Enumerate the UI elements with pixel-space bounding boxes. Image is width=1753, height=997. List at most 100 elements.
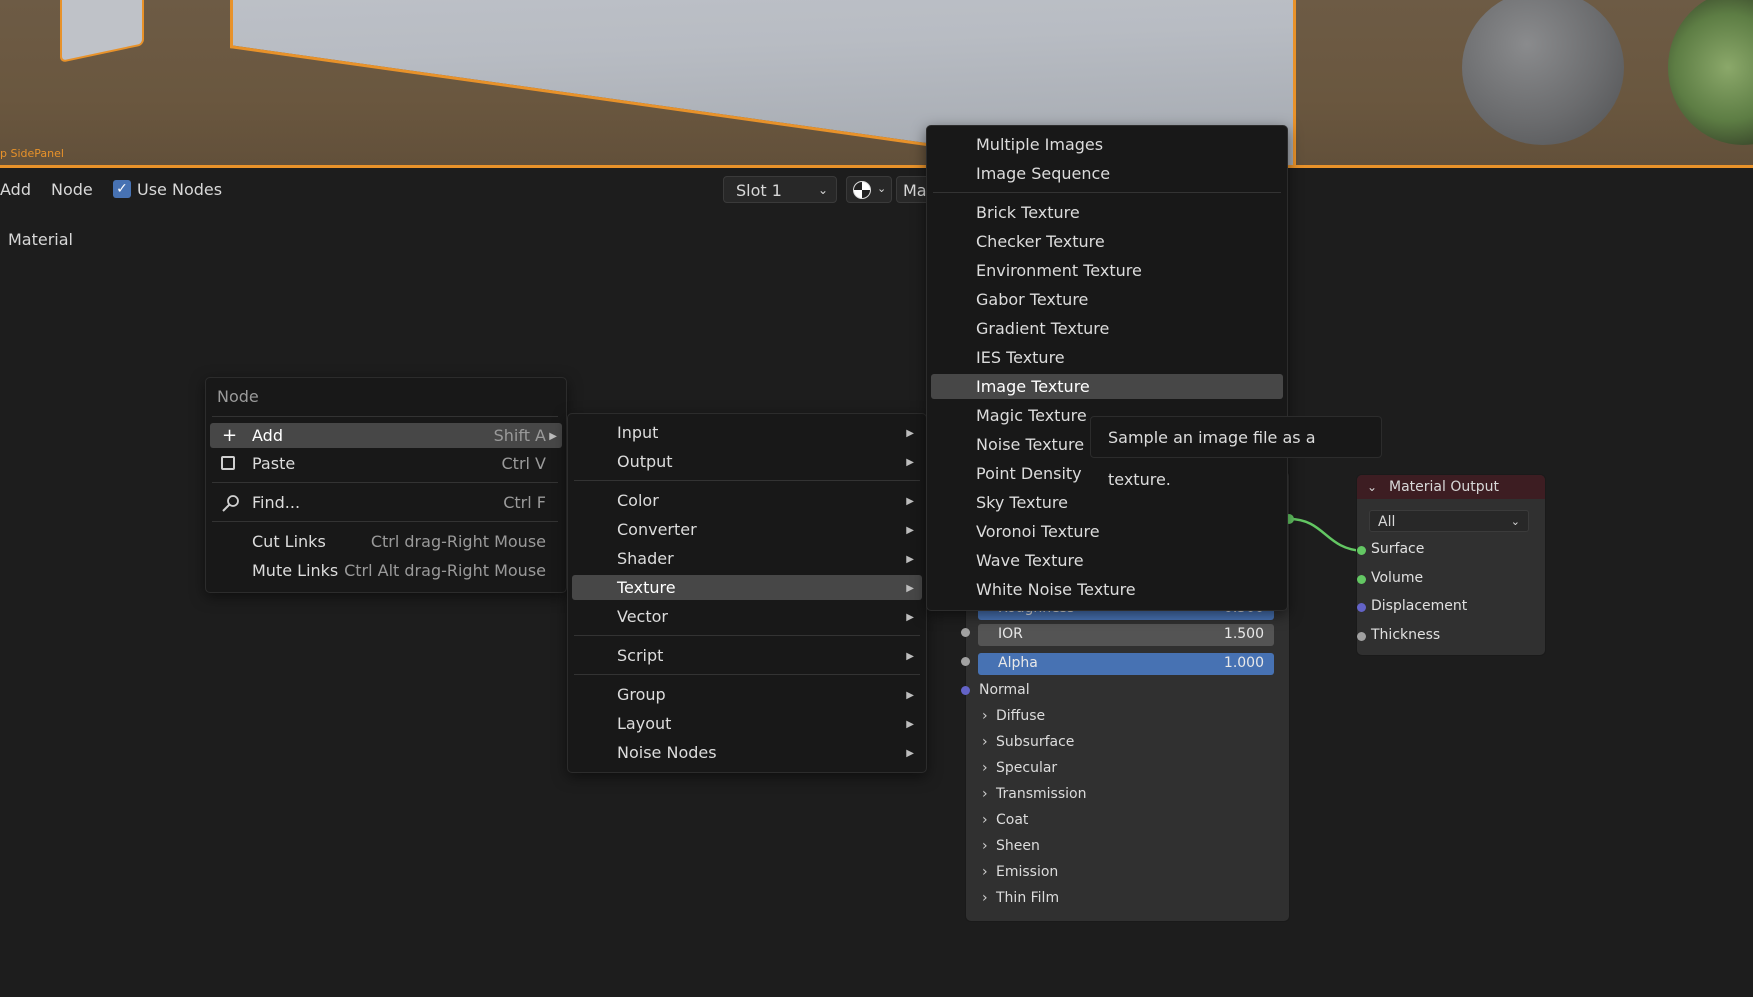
texture-item-multiple-images[interactable]: Multiple Images [931, 132, 1283, 157]
chevron-right-icon: › [982, 864, 988, 880]
displacement-socket[interactable] [1357, 603, 1366, 612]
texture-item-voronoi[interactable]: Voronoi Texture [931, 519, 1283, 544]
panel-sheen[interactable]: › Sheen [982, 838, 1040, 854]
menu-separator [574, 674, 920, 675]
panel-specular[interactable]: › Specular [982, 760, 1057, 776]
add-menu-color[interactable]: Color ▶ [572, 488, 922, 513]
submenu-arrow-icon: ▶ [906, 496, 914, 507]
submenu-arrow-icon: ▶ [906, 554, 914, 565]
menu-separator [574, 480, 920, 481]
normal-label: Normal [979, 682, 1030, 698]
chevron-right-icon: › [982, 734, 988, 750]
node-context-menu: Node + Add Shift A ▶ Paste Ctrl V Find..… [205, 377, 567, 593]
texture-item-brick[interactable]: Brick Texture [931, 200, 1283, 225]
chevron-right-icon: › [982, 760, 988, 776]
thickness-label: Thickness [1371, 627, 1441, 643]
chevron-down-icon: ⌄ [1510, 515, 1520, 528]
surface-label: Surface [1371, 541, 1425, 557]
ior-field[interactable]: IOR 1.500 [978, 624, 1274, 646]
menu-item-find[interactable]: Find... Ctrl F [210, 490, 562, 515]
menu-title: Node [217, 387, 259, 406]
texture-submenu: Multiple Images Image Sequence Brick Tex… [926, 125, 1288, 611]
header-node-menu[interactable]: Node [51, 180, 93, 199]
texture-item-gradient[interactable]: Gradient Texture [931, 316, 1283, 341]
submenu-arrow-icon: ▶ [906, 428, 914, 439]
use-nodes-label: Use Nodes [137, 180, 223, 199]
slot-value: Slot 1 [736, 181, 782, 200]
chevron-right-icon: › [982, 812, 988, 828]
menu-separator [933, 192, 1281, 193]
menu-separator [574, 635, 920, 636]
menu-item-cut-links[interactable]: Cut Links Ctrl drag-Right Mouse [210, 529, 562, 554]
submenu-arrow-icon: ▶ [906, 457, 914, 468]
chevron-right-icon: › [982, 786, 988, 802]
chevron-down-icon: ⌄ [817, 183, 828, 197]
add-menu-converter[interactable]: Converter ▶ [572, 517, 922, 542]
hdri-preview-sphere [1668, 0, 1753, 145]
slot-dropdown[interactable]: Slot 1 ⌄ [723, 176, 837, 203]
texture-item-image[interactable]: Image Texture [931, 374, 1283, 399]
panel-subsurface[interactable]: › Subsurface [982, 734, 1074, 750]
volume-socket[interactable] [1357, 575, 1366, 584]
ior-socket[interactable] [961, 628, 970, 637]
use-nodes-checkbox[interactable]: ✓ [113, 180, 131, 198]
submenu-arrow-icon: ▶ [906, 748, 914, 759]
texture-item-gabor[interactable]: Gabor Texture [931, 287, 1283, 312]
submenu-arrow-icon: ▶ [906, 525, 914, 536]
search-icon [222, 495, 239, 512]
panel-emission[interactable]: › Emission [982, 864, 1058, 880]
texture-item-wave[interactable]: Wave Texture [931, 548, 1283, 573]
volume-label: Volume [1371, 570, 1424, 586]
sidepanel-label: p SidePanel [0, 147, 64, 160]
normal-socket[interactable] [961, 686, 970, 695]
submenu-arrow-icon: ▶ [906, 690, 914, 701]
3d-viewport[interactable]: p SidePanel [0, 0, 1753, 165]
displacement-label: Displacement [1371, 598, 1468, 614]
header-add-menu[interactable]: Add [0, 180, 31, 199]
surface-socket[interactable] [1357, 546, 1366, 555]
chevron-right-icon: › [982, 708, 988, 724]
material-output-node[interactable]: ⌄ Material Output All ⌄ Surface Volume D… [1356, 474, 1546, 656]
menu-separator [212, 482, 558, 483]
menu-item-add[interactable]: + Add Shift A ▶ [210, 423, 562, 448]
texture-item-sky[interactable]: Sky Texture [931, 490, 1283, 515]
menu-item-mute-links[interactable]: Mute Links Ctrl Alt drag-Right Mouse [210, 558, 562, 583]
thickness-socket[interactable] [1357, 632, 1366, 641]
add-menu-layout[interactable]: Layout ▶ [572, 711, 922, 736]
material-sphere-icon [853, 181, 871, 199]
texture-item-environment[interactable]: Environment Texture [931, 258, 1283, 283]
menu-separator [212, 416, 558, 417]
texture-item-ies[interactable]: IES Texture [931, 345, 1283, 370]
submenu-arrow-icon: ▶ [906, 612, 914, 623]
output-target-dropdown[interactable]: All ⌄ [1369, 510, 1529, 532]
add-menu-input[interactable]: Input ▶ [572, 420, 922, 445]
chevron-down-icon[interactable]: ⌄ [1367, 475, 1377, 499]
add-menu-shader[interactable]: Shader ▶ [572, 546, 922, 571]
alpha-field[interactable]: Alpha 1.000 [978, 653, 1274, 675]
add-menu-noise-nodes[interactable]: Noise Nodes ▶ [572, 740, 922, 765]
submenu-arrow-icon: ▶ [906, 651, 914, 662]
add-menu-texture[interactable]: Texture ▶ [572, 575, 922, 600]
texture-item-white-noise[interactable]: White Noise Texture [931, 577, 1283, 602]
texture-item-checker[interactable]: Checker Texture [931, 229, 1283, 254]
panel-thin-film[interactable]: › Thin Film [982, 890, 1059, 906]
panel-coat[interactable]: › Coat [982, 812, 1028, 828]
chevron-down-icon: ⌄ [877, 182, 887, 195]
material-output-header[interactable]: ⌄ Material Output [1357, 475, 1545, 499]
add-menu-group[interactable]: Group ▶ [572, 682, 922, 707]
add-menu-vector[interactable]: Vector ▶ [572, 604, 922, 629]
add-menu-script[interactable]: Script ▶ [572, 643, 922, 668]
mesh-leg [60, 0, 144, 63]
plus-icon: + [222, 425, 238, 446]
menu-item-paste[interactable]: Paste Ctrl V [210, 451, 562, 476]
panel-diffuse[interactable]: › Diffuse [982, 708, 1045, 724]
texture-item-image-sequence[interactable]: Image Sequence [931, 161, 1283, 186]
tooltip: Sample an image file as a texture. [1090, 416, 1382, 489]
panel-transmission[interactable]: › Transmission [982, 786, 1086, 802]
texture-item-point-density[interactable]: Point Density [931, 461, 1283, 486]
material-browse-button[interactable]: ⌄ [846, 176, 892, 203]
add-menu-output[interactable]: Output ▶ [572, 449, 922, 474]
chevron-right-icon: › [982, 890, 988, 906]
alpha-socket[interactable] [961, 657, 970, 666]
submenu-arrow-icon: ▶ [906, 583, 914, 594]
